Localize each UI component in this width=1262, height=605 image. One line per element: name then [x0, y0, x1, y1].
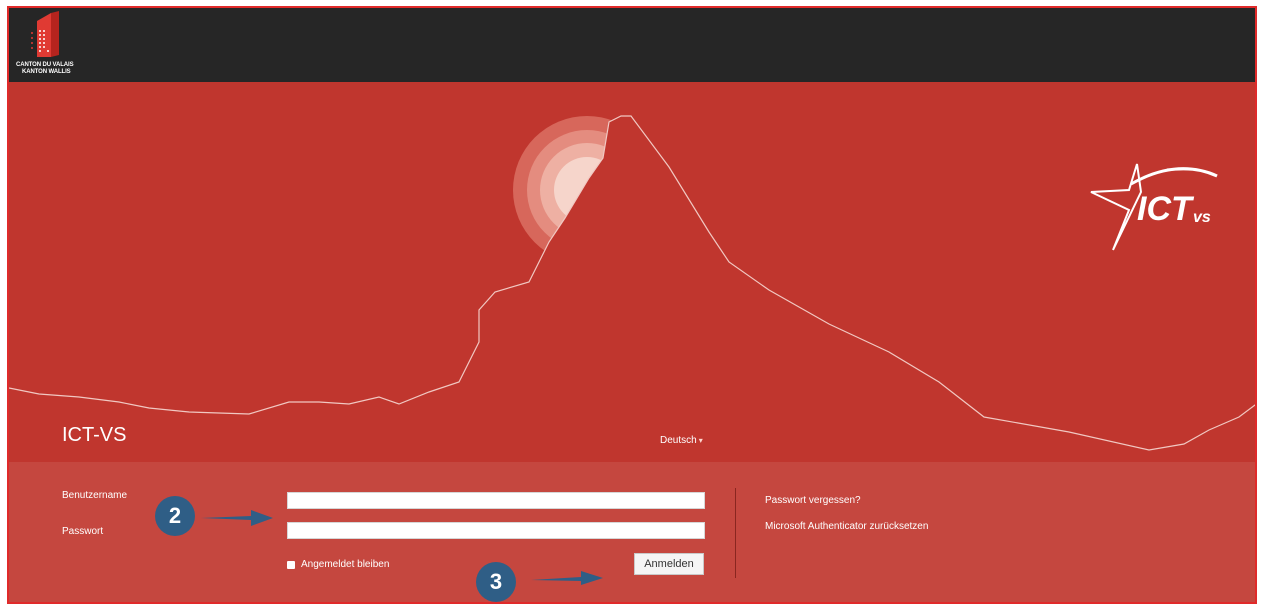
logo-text: CANTON DU VALAIS KANTON WALLIS: [16, 62, 76, 76]
logo-line-2: KANTON WALLIS: [22, 69, 71, 75]
checkbox-box[interactable]: [287, 560, 295, 569]
language-label: Deutsch: [660, 435, 697, 446]
ict-logo-sub: vs: [1193, 209, 1211, 226]
canton-valais-logo[interactable]: CANTON DU VALAIS KANTON WALLIS: [15, 11, 75, 79]
logo-line-1: CANTON DU VALAIS: [16, 62, 74, 68]
ict-vs-logo[interactable]: ICT vs: [1087, 162, 1227, 252]
canton-shield-icon: [31, 11, 59, 57]
remember-me-label: Angemeldet bleiben: [301, 559, 390, 570]
chevron-down-icon: ▾: [698, 436, 703, 445]
password-label: Passwort: [62, 526, 104, 537]
password-input[interactable]: [287, 522, 705, 539]
login-button[interactable]: Anmelden: [634, 553, 704, 575]
arrow-right-icon: [201, 510, 273, 526]
reset-authenticator-link[interactable]: Microsoft Authenticator zurücksetzen: [765, 521, 928, 532]
username-input[interactable]: [287, 492, 705, 509]
page-frame: CANTON DU VALAIS KANTON WALLIS ICT vs IC…: [7, 6, 1257, 604]
language-selector[interactable]: Deutsch ▾: [660, 435, 703, 446]
username-label: Benutzername: [62, 490, 128, 501]
vertical-divider: [735, 488, 736, 578]
step-badge-2: 2: [155, 496, 195, 536]
login-panel: Benutzername Passwort Angemeldet bleiben…: [9, 462, 1255, 602]
hero-banner: ICT vs ICT-VS Deutsch ▾: [9, 82, 1255, 462]
ict-logo-main: ICT: [1137, 190, 1195, 228]
forgot-password-link[interactable]: Passwort vergessen?: [765, 495, 861, 506]
remember-me-checkbox[interactable]: Angemeldet bleiben: [287, 559, 389, 570]
app-title: ICT-VS: [62, 424, 127, 446]
arrow-right-icon: [531, 571, 603, 585]
step-badge-3: 3: [476, 562, 516, 602]
matterhorn-illustration: [9, 115, 1255, 462]
top-bar: CANTON DU VALAIS KANTON WALLIS: [9, 8, 1255, 82]
